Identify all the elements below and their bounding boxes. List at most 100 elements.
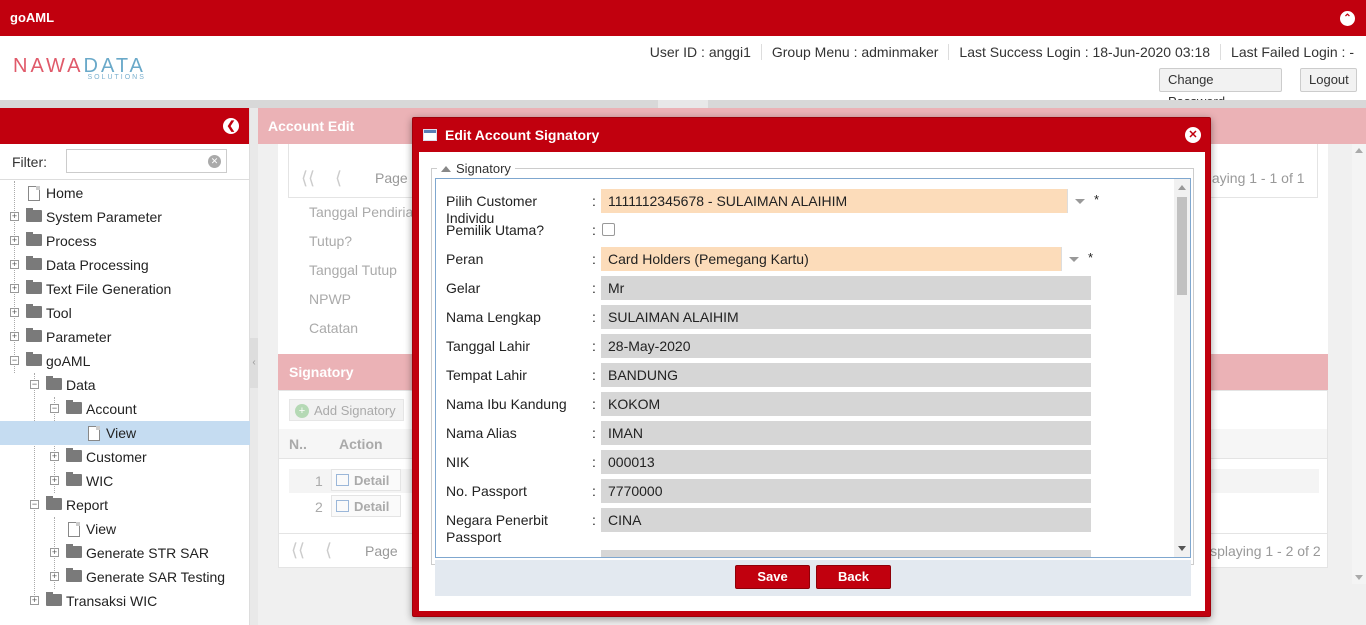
prev-page-icon[interactable]: ⟨	[325, 540, 332, 561]
form-label: NPWP	[309, 291, 351, 307]
chevron-down-icon[interactable]	[1067, 189, 1091, 213]
sidebar-splitter[interactable]: ‹	[250, 108, 258, 625]
form-label: Tanggal Tutup	[309, 262, 397, 278]
peran-combo[interactable]: Card Holders (Pemegang Kartu)	[601, 247, 1085, 271]
nav-item-transaksi-wic[interactable]: + Transaksi WIC	[0, 589, 250, 613]
expand-icon[interactable]: +	[10, 260, 19, 269]
nav-item-wic[interactable]: + WIC	[0, 469, 250, 493]
dialog-header: Edit Account Signatory	[413, 118, 1210, 152]
company-logo: NAWADATA SOLUTIONS	[13, 56, 146, 81]
nav-item-data[interactable]: − Data	[0, 373, 250, 397]
nav-item-label: View	[106, 425, 137, 441]
nav-item-home[interactable]: Home	[0, 181, 250, 205]
nav-item-report-view[interactable]: View	[0, 517, 250, 541]
expand-icon[interactable]: +	[10, 284, 19, 293]
expand-icon[interactable]: +	[10, 332, 19, 341]
pemilik-utama-checkbox[interactable]	[602, 223, 615, 236]
chevron-down-icon[interactable]	[1061, 247, 1085, 271]
nav-item-goaml[interactable]: − goAML	[0, 349, 250, 373]
nav-item-account-view[interactable]: View	[0, 421, 250, 445]
expand-icon[interactable]: +	[50, 548, 59, 557]
nav-item-parameter[interactable]: + Parameter	[0, 325, 250, 349]
expand-icon[interactable]: +	[10, 212, 19, 221]
collapse-triangle-icon[interactable]	[441, 166, 451, 172]
close-icon[interactable]: ✕	[1185, 127, 1201, 143]
prev-page-icon[interactable]: ⟨	[335, 168, 342, 189]
clear-filter-icon[interactable]: ✕	[208, 155, 221, 168]
collapse-icon[interactable]: −	[30, 380, 39, 389]
nav-item-data-processing[interactable]: + Data Processing	[0, 253, 250, 277]
nama-lengkap-field[interactable]: SULAIMAN ALAIHIM	[601, 305, 1091, 329]
expand-icon[interactable]: +	[30, 596, 39, 605]
back-button[interactable]: Back	[816, 565, 891, 589]
first-page-icon[interactable]: ⟨⟨	[291, 540, 305, 561]
nav-item-report[interactable]: − Report	[0, 493, 250, 517]
nav-item-system-parameter[interactable]: + System Parameter	[0, 205, 250, 229]
collapse-icon[interactable]: −	[30, 500, 39, 509]
row-number: 1	[315, 473, 323, 489]
field-peran: Peran: Card Holders (Pemegang Kartu) *	[436, 247, 1176, 271]
tanggal-lahir-field[interactable]: 28-May-2020	[601, 334, 1091, 358]
nav-item-process[interactable]: + Process	[0, 229, 250, 253]
change-password-button[interactable]: Change Password	[1159, 68, 1282, 109]
main-scrollbar[interactable]	[1352, 144, 1366, 584]
first-page-icon[interactable]: ⟨⟨	[301, 168, 315, 189]
last-failed-login: Last Failed Login : -	[1231, 44, 1354, 60]
field-label: Nama Ibu Kandung	[446, 396, 567, 412]
file-icon	[88, 426, 100, 441]
nama-alias-field[interactable]: IMAN	[601, 421, 1091, 445]
collapse-header-icon[interactable]: ⌃	[1340, 11, 1355, 26]
scroll-up-icon[interactable]	[1178, 185, 1186, 190]
collapse-sidebar-icon[interactable]: ❮	[223, 118, 239, 134]
bottom-pager-display: isplaying 1 - 2 of 2	[1207, 543, 1321, 559]
combo-value: Card Holders (Pemegang Kartu)	[608, 251, 809, 267]
calendar-icon	[423, 129, 437, 141]
nav-item-label: Tool	[46, 305, 72, 321]
tempat-lahir-field[interactable]: BANDUNG	[601, 363, 1091, 387]
customer-combo[interactable]: 1111112345678 - SULAIMAN ALAIHIM	[601, 189, 1091, 213]
folder-icon	[26, 256, 42, 270]
splitter-handle[interactable]	[658, 100, 708, 108]
nama-ibu-kandung-field[interactable]: KOKOM	[601, 392, 1091, 416]
negara-penerbit-passport-field[interactable]: CINA	[601, 508, 1091, 532]
scroll-thumb[interactable]	[1177, 197, 1187, 295]
dialog-scrollbar[interactable]	[1174, 179, 1190, 557]
filter-label: Filter:	[12, 154, 47, 170]
row-number: 2	[315, 499, 323, 515]
filter-input[interactable]	[66, 149, 227, 173]
nik-field[interactable]: 000013	[601, 450, 1091, 474]
nav-item-account[interactable]: − Account	[0, 397, 250, 421]
nav-item-label: System Parameter	[46, 209, 162, 225]
nav-item-customer[interactable]: + Customer	[0, 445, 250, 469]
folder-icon	[26, 328, 42, 342]
signatory-legend[interactable]: Signatory	[437, 161, 515, 176]
collapse-icon[interactable]: −	[10, 356, 19, 365]
no-passport-field[interactable]: 7770000	[601, 479, 1091, 503]
top-pager-display: playing 1 - 1 of 1	[1201, 170, 1305, 186]
detail-button[interactable]: Detail	[331, 469, 401, 491]
form-label: Tutup?	[309, 233, 353, 249]
nav-item-label: Parameter	[46, 329, 112, 345]
splitter-handle[interactable]: ‹	[250, 338, 258, 388]
expand-icon[interactable]: +	[10, 308, 19, 317]
expand-icon[interactable]: +	[50, 572, 59, 581]
nav-tree: Home + System Parameter + Process + Data Pr…	[0, 181, 250, 613]
nav-item-text-file-generation[interactable]: + Text File Generation	[0, 277, 250, 301]
logout-button[interactable]: Logout	[1300, 68, 1357, 92]
nav-item-tool[interactable]: + Tool	[0, 301, 250, 325]
detail-button[interactable]: Detail	[331, 495, 401, 517]
nav-item-generate-sar-testing[interactable]: + Generate SAR Testing	[0, 565, 250, 589]
collapse-icon[interactable]: −	[50, 404, 59, 413]
expand-icon[interactable]: +	[50, 476, 59, 485]
field-label: No. Passport	[446, 483, 527, 499]
scroll-down-icon[interactable]	[1178, 546, 1186, 551]
save-button[interactable]: Save	[735, 565, 810, 589]
header-splitter[interactable]	[0, 100, 1366, 108]
expand-icon[interactable]: +	[10, 236, 19, 245]
detail-icon	[336, 474, 349, 486]
nav-item-generate-str-sar[interactable]: + Generate STR SAR	[0, 541, 250, 565]
expand-icon[interactable]: +	[50, 452, 59, 461]
field-negara-penerbit-passport: Negara Penerbit Passport: CINA	[436, 508, 1176, 548]
gelar-field[interactable]: Mr	[601, 276, 1091, 300]
add-signatory-button[interactable]: + Add Signatory	[289, 399, 404, 421]
